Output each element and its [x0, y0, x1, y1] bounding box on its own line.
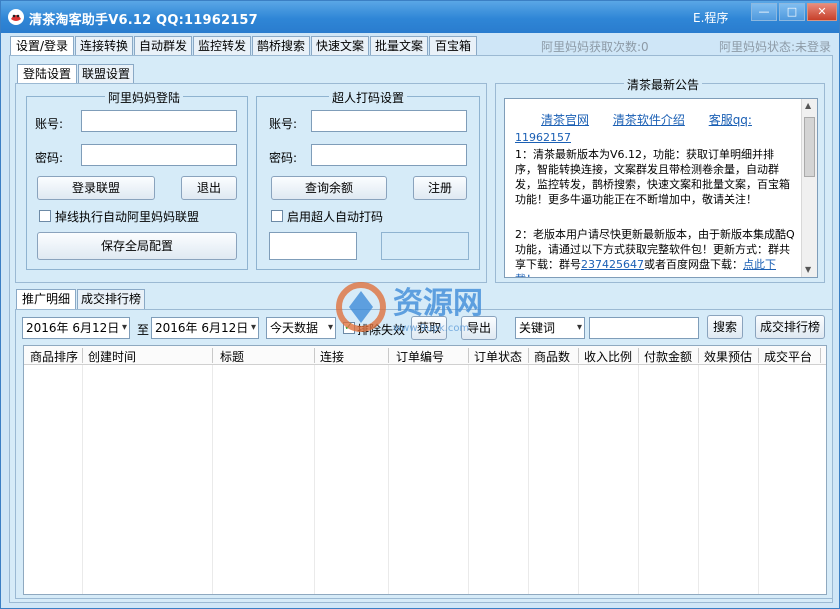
support-qq-link[interactable]: 客服qq:: [709, 113, 752, 127]
chevron-down-icon: ▾: [250, 322, 256, 333]
notice-scrollbar[interactable]: ▲ ▼: [801, 99, 817, 277]
scroll-thumb[interactable]: [804, 117, 815, 177]
subtab-login-settings[interactable]: 登陆设置: [17, 64, 77, 84]
watermark-logo-icon: 资源网 www.9upk.com: [336, 282, 483, 334]
title-bar[interactable]: 清茶淘客助手V6.12 QQ:11962157 E.程序 — □ ✕: [1, 1, 839, 33]
col-title[interactable]: 标题: [220, 348, 244, 365]
notice-paragraph-1: 1：清茶最新版本为V6.12，功能：获取订单明细并排序，智能转换连接，文案群发且…: [515, 148, 790, 206]
range-select-value: 今天数据: [270, 321, 319, 335]
tab-batch-copy[interactable]: 批量文案: [370, 36, 428, 56]
watermark-subtext: www.9upk.com: [393, 323, 469, 334]
app-logo-icon: [8, 9, 24, 25]
col-quantity[interactable]: 商品数: [534, 348, 570, 365]
auto-login-checkbox[interactable]: [39, 210, 51, 222]
watermark-text: 资源网: [393, 286, 483, 321]
window-title: 清茶淘客助手V6.12 QQ:11962157: [29, 13, 258, 28]
register-button[interactable]: 注册: [413, 176, 467, 200]
captcha-field-left[interactable]: [269, 232, 357, 260]
chevron-down-icon: ▾: [576, 322, 582, 333]
official-site-link[interactable]: 清茶官网: [541, 113, 589, 127]
login-union-button[interactable]: 登录联盟: [37, 176, 155, 200]
col-income-ratio[interactable]: 收入比例: [584, 348, 632, 365]
captcha-field-right: [381, 232, 469, 260]
alimama-login-status: 阿里妈妈状态:未登录: [719, 40, 832, 54]
scroll-down-icon[interactable]: ▼: [805, 265, 811, 274]
col-created-time[interactable]: 创建时间: [88, 348, 136, 365]
logout-button[interactable]: 退出: [181, 176, 237, 200]
alimama-password-label: 密码:: [35, 151, 64, 165]
alimama-password-input[interactable]: [81, 144, 237, 166]
col-order-id[interactable]: 订单编号: [396, 348, 444, 365]
col-order-status[interactable]: 订单状态: [474, 348, 522, 365]
enable-captcha-checkbox[interactable]: [271, 210, 283, 222]
minimize-button[interactable]: —: [751, 3, 777, 21]
table-header: 商品排序 创建时间 标题 连接 订单编号 订单状态 商品数 收入比例 付款金额 …: [24, 346, 826, 365]
qq-group-link[interactable]: 237425647: [581, 258, 644, 271]
captcha-settings-title: 超人打码设置: [329, 89, 408, 106]
date-from-value: 2016年 6月12日: [26, 321, 120, 335]
captcha-password-input[interactable]: [311, 144, 467, 166]
tab-deal-ranking[interactable]: 成交排行榜: [77, 289, 145, 309]
date-from-picker[interactable]: 2016年 6月12日 ▾: [22, 317, 130, 339]
col-payment-amount[interactable]: 付款金额: [644, 348, 692, 365]
orders-table[interactable]: 商品排序 创建时间 标题 连接 订单编号 订单状态 商品数 收入比例 付款金额 …: [23, 345, 827, 595]
tab-queqiao-search[interactable]: 鹊桥搜索: [252, 36, 310, 56]
login-settings-panel: 阿里妈妈登陆 账号: 密码: 登录联盟 退出 掉线执行自动阿里妈妈联盟 保存全局…: [15, 83, 487, 283]
alimama-login-group: 阿里妈妈登陆 账号: 密码: 登录联盟 退出 掉线执行自动阿里妈妈联盟 保存全局…: [26, 89, 248, 270]
tab-promotion-details[interactable]: 推广明细: [16, 289, 76, 309]
captcha-account-label: 账号:: [269, 117, 298, 131]
date-range-separator: 至: [137, 323, 150, 337]
date-to-value: 2016年 6月12日: [155, 321, 249, 335]
col-link[interactable]: 连接: [320, 348, 344, 365]
tab-auto-broadcast[interactable]: 自动群发: [134, 36, 192, 56]
support-qq-number[interactable]: 11962157: [515, 131, 571, 144]
alimama-login-title: 阿里妈妈登陆: [105, 89, 184, 106]
app-window: 清茶淘客助手V6.12 QQ:11962157 E.程序 — □ ✕ 设置/登录…: [0, 0, 840, 609]
scroll-up-icon[interactable]: ▲: [805, 101, 811, 110]
save-global-config-button[interactable]: 保存全局配置: [37, 232, 237, 260]
search-button[interactable]: 搜索: [707, 315, 743, 339]
tab-link-convert[interactable]: 连接转换: [75, 36, 133, 56]
query-balance-button[interactable]: 查询余额: [271, 176, 387, 200]
site-watermark: 资源网 www.9upk.com: [331, 277, 531, 340]
auto-login-label: 掉线执行自动阿里妈妈联盟: [55, 210, 200, 224]
program-menu[interactable]: E.程序: [693, 9, 728, 26]
notice-links: 清茶官网 清茶软件介绍 客服qq:: [541, 111, 772, 128]
tab-quick-copy[interactable]: 快速文案: [311, 36, 369, 56]
enable-captcha-label: 启用超人自动打码: [287, 210, 384, 224]
col-product-rank[interactable]: 商品排序: [30, 348, 78, 365]
notice-title: 清茶最新公告: [624, 76, 703, 93]
notice-panel: 清茶最新公告 清茶官网 清茶软件介绍 客服qq: 11962157 1：清茶最新…: [495, 76, 825, 283]
keyword-input[interactable]: [589, 317, 699, 339]
alimama-account-label: 账号:: [35, 117, 64, 131]
deal-ranking-button[interactable]: 成交排行榜: [755, 315, 825, 339]
col-effect-estimate[interactable]: 效果预估: [704, 348, 752, 365]
chevron-down-icon: ▾: [121, 322, 127, 333]
notice-paragraph-2-suffix: 或者百度网盘下载：: [644, 258, 743, 271]
range-select[interactable]: 今天数据 ▾: [266, 317, 336, 339]
close-button[interactable]: ✕: [807, 3, 837, 21]
date-to-picker[interactable]: 2016年 6月12日 ▾: [151, 317, 259, 339]
subtab-union-settings[interactable]: 联盟设置: [78, 64, 134, 84]
maximize-button[interactable]: □: [779, 3, 805, 21]
notice-paragraph-2: 2：老版本用户请尽快更新最新版本，由于新版本集成酷Q功能，请通过以下方式获取完整…: [515, 227, 795, 277]
captcha-settings-group: 超人打码设置 账号: 密码: 查询余额 注册 启用超人自动打码: [256, 89, 480, 270]
tab-toolbox[interactable]: 百宝箱: [429, 36, 477, 56]
captcha-account-input[interactable]: [311, 110, 467, 132]
alimama-fetch-count: 阿里妈妈获取次数:0: [541, 40, 649, 54]
software-intro-link[interactable]: 清茶软件介绍: [613, 113, 685, 127]
notice-content[interactable]: 清茶官网 清茶软件介绍 客服qq: 11962157 1：清茶最新版本为V6.1…: [504, 98, 818, 278]
col-deal-platform[interactable]: 成交平台: [764, 348, 812, 365]
tab-monitor-forward[interactable]: 监控转发: [193, 36, 251, 56]
captcha-password-label: 密码:: [269, 151, 298, 165]
alimama-account-input[interactable]: [81, 110, 237, 132]
